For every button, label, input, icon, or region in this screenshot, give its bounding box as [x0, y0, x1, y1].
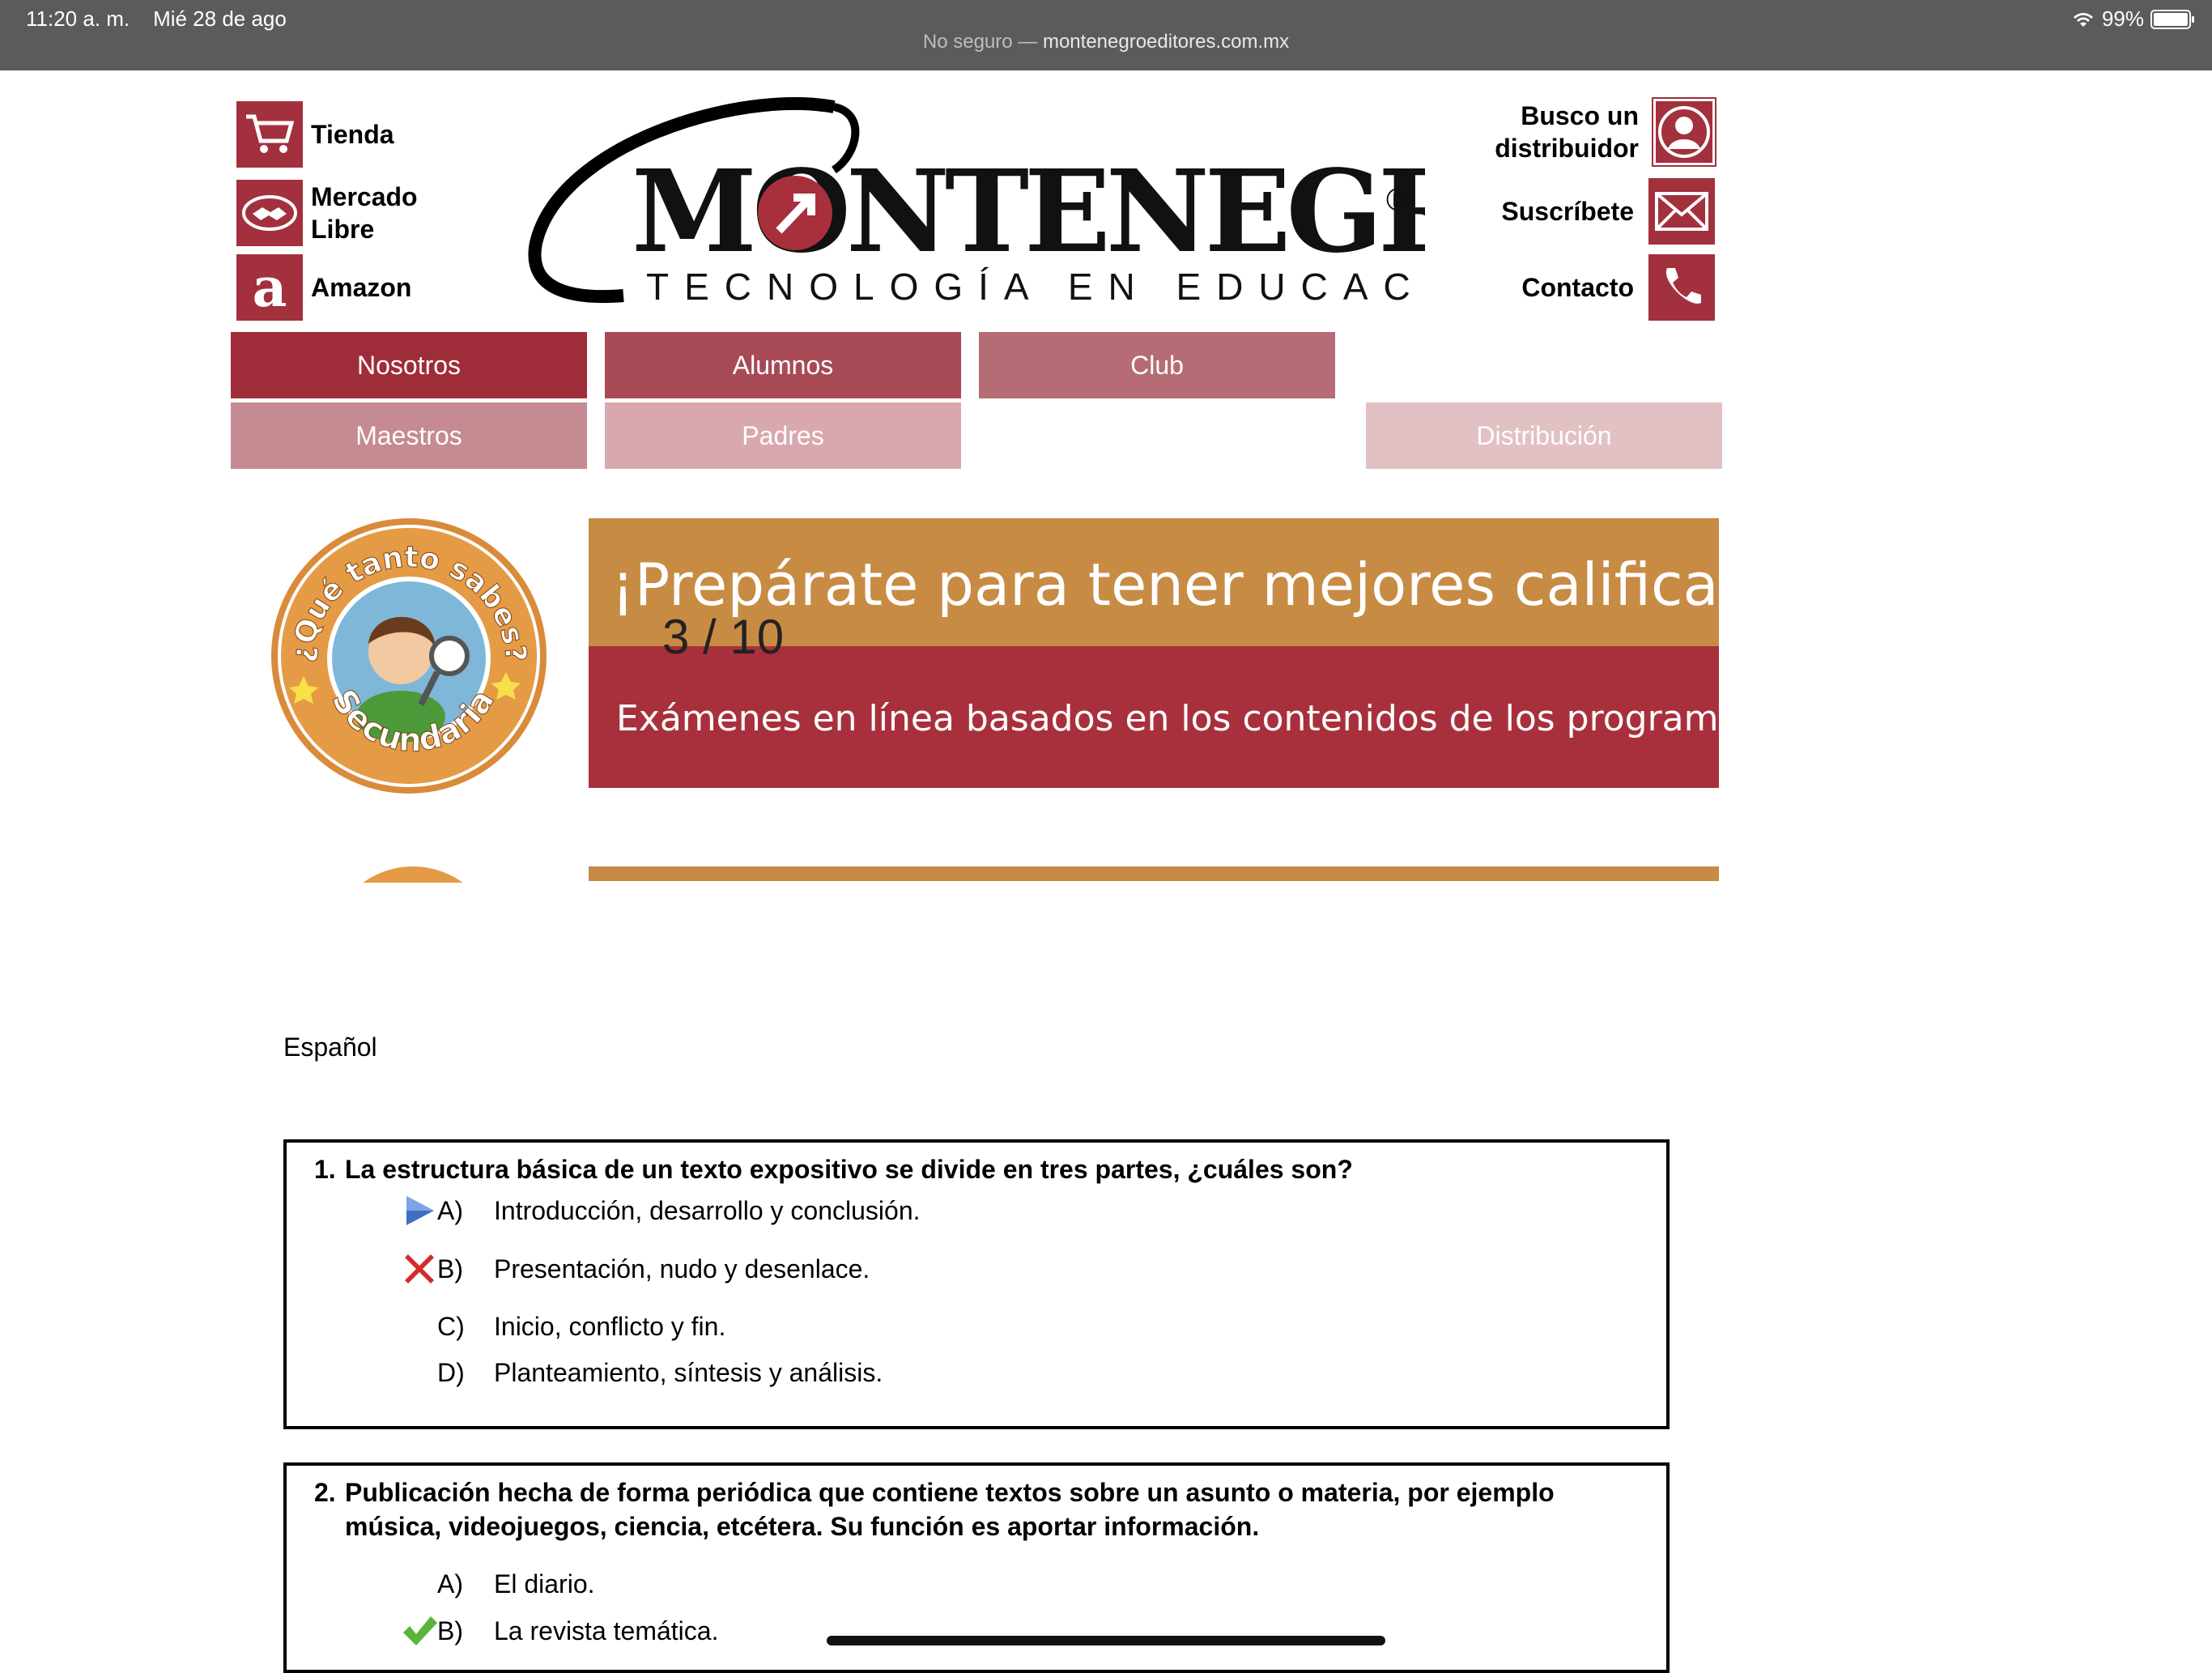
- que-tanto-sabes-badge[interactable]: ¿Qué tanto sabes? Secundaria: [267, 514, 551, 798]
- option-text: El diario.: [494, 1569, 595, 1599]
- empty-mark: [402, 1566, 437, 1602]
- battery-percent: 99%: [2101, 6, 2144, 31]
- montenegro-logo[interactable]: MONTENEGRO ® TECNOLOGÍA EN EDUCACIÓN: [526, 97, 1566, 316]
- option-text: La revista temática.: [494, 1616, 719, 1645]
- empty-mark: [402, 1355, 437, 1390]
- green-check-icon: [402, 1613, 437, 1649]
- slide-counter: 3 / 10: [662, 610, 785, 664]
- clock-time: 11:20 a. m.: [26, 6, 130, 31]
- logo-wordmark: MONTENEGRO: [632, 146, 1425, 279]
- nav-distribucion-label: Distribución: [1476, 420, 1612, 450]
- battery-icon: [2150, 9, 2194, 29]
- amazon-label: Amazon: [311, 272, 412, 302]
- wifi-icon: [2073, 12, 2093, 27]
- handshake-icon: [236, 180, 303, 246]
- option-1b[interactable]: B) Presentación, nudo y desenlace.: [402, 1251, 870, 1287]
- banner-subline: Exámenes en línea basados en los conteni…: [616, 698, 1719, 739]
- url-domain: montenegroeditores.com.mx: [1042, 31, 1290, 53]
- home-indicator[interactable]: [827, 1636, 1385, 1645]
- suscribete-link[interactable]: Suscríbete: [1393, 178, 1715, 245]
- option-letter: C): [437, 1311, 465, 1341]
- option-2b[interactable]: B) La revista temática.: [402, 1613, 718, 1649]
- amazon-icon: a: [236, 254, 303, 321]
- nav-maestros[interactable]: Maestros: [231, 402, 587, 469]
- cart-icon: [236, 101, 303, 168]
- subject-title: Español: [283, 1032, 377, 1062]
- address-bar[interactable]: No seguro — montenegroeditores.com.mx: [0, 31, 2212, 53]
- option-letter: A): [437, 1569, 463, 1599]
- question-card-1: 1. La estructura básica de un texto expos…: [283, 1139, 1670, 1429]
- distribuidor-link[interactable]: Busco un distribuidor: [1393, 97, 1716, 167]
- option-text: Introducción, desarrollo y conclusión.: [494, 1195, 921, 1225]
- question-text: Publicación hecha de forma periódica que…: [345, 1475, 1555, 1543]
- question-text: La estructura básica de un texto exposit…: [345, 1155, 1353, 1184]
- option-text: Planteamiento, síntesis y análisis.: [494, 1357, 883, 1387]
- option-text: Presentación, nudo y desenlace.: [494, 1254, 870, 1283]
- question-2-title: 2. Publicación hecha de forma periódica q…: [314, 1475, 1555, 1543]
- suscribete-label: Suscríbete: [1501, 196, 1634, 226]
- nav-nosotros[interactable]: Nosotros: [231, 332, 587, 398]
- option-letter: D): [437, 1357, 465, 1387]
- nav-distribucion[interactable]: Distribución: [1366, 402, 1722, 469]
- nav-club-label: Club: [1130, 350, 1184, 380]
- envelope-icon: [1648, 178, 1715, 245]
- not-secure-label: No seguro —: [922, 31, 1038, 53]
- option-1a[interactable]: A) Introducción, desarrollo y conclusión…: [402, 1193, 921, 1228]
- nav-padres[interactable]: Padres: [605, 402, 961, 469]
- person-search-icon: [1652, 97, 1716, 167]
- status-time: 11:20 a. m. Mié 28 de ago: [26, 6, 287, 32]
- logo-tagline: TECNOLOGÍA EN EDUCACIÓN: [646, 266, 1425, 308]
- option-letter: A): [437, 1195, 463, 1225]
- clock-date: Mié 28 de ago: [153, 6, 287, 31]
- tienda-label: Tienda: [311, 119, 394, 149]
- next-slide-strip: [589, 866, 1719, 881]
- nav-padres-label: Padres: [742, 420, 824, 450]
- mercado-libre-link[interactable]: Mercado Libre: [236, 180, 440, 246]
- option-letter: B): [437, 1254, 463, 1283]
- question-1-title: 1. La estructura básica de un texto expos…: [314, 1152, 1353, 1186]
- status-right: 99%: [2071, 6, 2194, 32]
- empty-mark: [402, 1309, 437, 1344]
- distribuidor-label: Busco un distribuidor: [1495, 101, 1639, 163]
- next-slide-badge: [324, 862, 502, 883]
- option-1d[interactable]: D) Planteamiento, síntesis y análisis.: [402, 1355, 883, 1390]
- mercado-libre-label: Mercado Libre: [311, 182, 418, 244]
- red-x-icon: [402, 1251, 437, 1287]
- tienda-link[interactable]: Tienda: [236, 101, 394, 168]
- option-1c[interactable]: C) Inicio, conflicto y fin.: [402, 1309, 725, 1344]
- nav-alumnos-label: Alumnos: [732, 350, 834, 380]
- nav-club[interactable]: Club: [979, 332, 1335, 398]
- option-letter: B): [437, 1616, 463, 1645]
- contacto-label: Contacto: [1521, 272, 1634, 302]
- contacto-link[interactable]: Contacto: [1393, 254, 1715, 321]
- option-2a[interactable]: A) El diario.: [402, 1566, 595, 1602]
- nav-nosotros-label: Nosotros: [356, 350, 462, 380]
- banner-subline-strip[interactable]: Exámenes en línea basados en los conteni…: [589, 646, 1719, 788]
- amazon-link[interactable]: a Amazon: [236, 254, 411, 321]
- nav-alumnos[interactable]: Alumnos: [605, 332, 961, 398]
- play-arrow-icon: [402, 1193, 437, 1228]
- question-number: 1.: [314, 1155, 336, 1184]
- question-text-line2: música, videojuegos, ciencia, etcétera. …: [345, 1512, 1260, 1541]
- nav-maestros-label: Maestros: [355, 420, 462, 450]
- phone-icon: [1648, 254, 1715, 321]
- question-text-line1: Publicación hecha de forma periódica que…: [345, 1478, 1555, 1507]
- question-number: 2.: [314, 1478, 336, 1507]
- status-bar: 11:20 a. m. Mié 28 de ago No seguro — mo…: [0, 0, 2212, 70]
- option-text: Inicio, conflicto y fin.: [494, 1311, 726, 1341]
